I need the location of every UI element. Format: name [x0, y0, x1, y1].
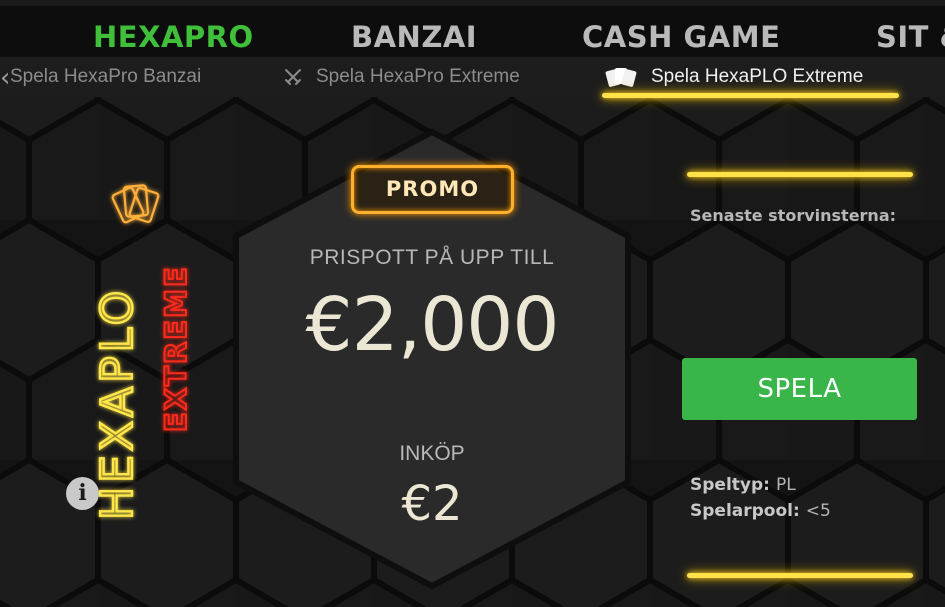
- logo-word-extreme: EXTREME: [159, 265, 193, 432]
- tab-hexapro[interactable]: HEXAPRO: [93, 20, 254, 54]
- play-button[interactable]: SPELA: [682, 358, 917, 420]
- neon-divider-top: [687, 172, 913, 177]
- chevron-left-icon[interactable]: ‹: [0, 63, 10, 93]
- crossed-swords-icon: [285, 69, 301, 85]
- tab-sit-and-go[interactable]: SIT &: [876, 20, 945, 54]
- player-pool-label: Spelarpool:: [690, 501, 800, 521]
- tab-banzai[interactable]: BANZAI: [351, 20, 477, 54]
- top-navigation: HEXAPRO BANZAI CASH GAME SIT &: [0, 0, 945, 57]
- buy-in-value: €2: [401, 476, 463, 532]
- hexaplo-extreme-logo: HEXAPLO EXTREME: [91, 184, 194, 521]
- neon-divider-bottom: [687, 573, 913, 578]
- subtab-hexapro-extreme[interactable]: Spela HexaPro Extreme: [316, 66, 520, 88]
- game-type-row: Speltyp: PL: [690, 475, 796, 495]
- active-subtab-indicator: [602, 93, 899, 98]
- recent-big-winners-label: Senaste storvinsterna:: [690, 206, 897, 225]
- prize-pool-label: PRISPOTT PÅ UPP TILL: [309, 246, 555, 269]
- promo-badge: PROMO: [351, 165, 514, 214]
- player-pool-value: <5: [805, 501, 831, 521]
- buy-in-label: INKÖP: [399, 442, 465, 465]
- player-pool-row: Spelarpool: <5: [690, 501, 831, 521]
- game-type-label: Speltyp:: [690, 475, 770, 495]
- game-type-value: PL: [775, 475, 796, 495]
- tab-cash-game[interactable]: CASH GAME: [582, 20, 780, 54]
- subtab-hexapro-banzai[interactable]: Spela HexaPro Banzai: [10, 66, 201, 88]
- sub-navigation: ‹ Spela HexaPro Banzai Spela HexaPro Ext…: [0, 57, 945, 97]
- info-icon[interactable]: i: [66, 477, 99, 510]
- logo-word-hexaplo: HEXAPLO: [92, 287, 143, 520]
- playing-cards-icon: [605, 68, 637, 87]
- prize-pool-value: €2,000: [305, 282, 560, 368]
- subtab-hexaplo-extreme[interactable]: Spela HexaPLO Extreme: [651, 66, 863, 88]
